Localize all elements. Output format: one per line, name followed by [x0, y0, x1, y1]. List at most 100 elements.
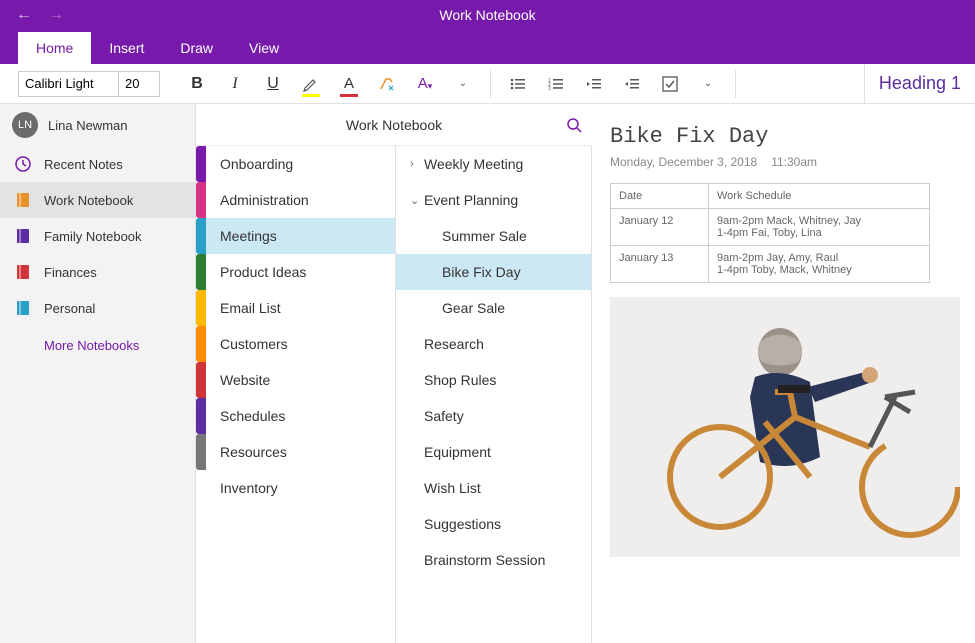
page-canvas[interactable]: Bike Fix Day Monday, December 3, 201811:… — [592, 104, 975, 643]
page-item-label: Equipment — [424, 444, 491, 460]
back-button[interactable]: ← — [16, 6, 32, 24]
todo-tag-button[interactable] — [651, 64, 689, 104]
page-item[interactable]: Safety — [396, 398, 591, 434]
window-title: Work Notebook — [80, 7, 975, 23]
ribbon: B I U A A▾ ⌄ 123 — [0, 64, 975, 104]
page-item[interactable]: Suggestions — [396, 506, 591, 542]
table-cell[interactable]: January 13 — [611, 246, 709, 283]
section-item[interactable]: Administration — [206, 182, 395, 218]
page-item[interactable]: Bike Fix Day — [396, 254, 591, 290]
page-item[interactable]: ⌄Event Planning — [396, 182, 591, 218]
tab-insert[interactable]: Insert — [91, 32, 162, 64]
page-item[interactable]: ›Weekly Meeting — [396, 146, 591, 182]
chevron-icon: › — [410, 158, 424, 170]
sidebar-item-family-notebook[interactable]: Family Notebook — [0, 218, 195, 254]
font-name-input[interactable] — [19, 72, 119, 96]
search-icon[interactable] — [566, 117, 582, 133]
clear-formatting-button[interactable] — [368, 64, 406, 104]
page-item[interactable]: Summer Sale — [396, 218, 591, 254]
more-paragraph-button[interactable]: ⌄ — [689, 64, 727, 104]
numbering-button[interactable]: 123 — [537, 64, 575, 104]
page-item[interactable]: Equipment — [396, 434, 591, 470]
section-item[interactable]: Inventory — [206, 470, 395, 506]
sections-header-title: Work Notebook — [196, 117, 592, 133]
notebook-sidebar: LN Lina Newman Recent Notes Work Notebook… — [0, 104, 196, 643]
sidebar-item-work-notebook[interactable]: Work Notebook — [0, 182, 195, 218]
page-item[interactable]: Shop Rules — [396, 362, 591, 398]
page-item-label: Event Planning — [424, 192, 518, 208]
tab-view[interactable]: View — [231, 32, 297, 64]
page-item-label: Weekly Meeting — [424, 156, 523, 172]
page-item-label: Gear Sale — [442, 300, 505, 316]
highlight-button[interactable] — [292, 64, 330, 104]
sidebar-item-personal[interactable]: Personal — [0, 290, 195, 326]
tab-home[interactable]: Home — [18, 32, 91, 64]
tab-draw[interactable]: Draw — [162, 32, 231, 64]
styles-heading-button[interactable]: Heading 1 — [864, 64, 975, 104]
page-datetime: Monday, December 3, 201811:30am — [610, 155, 957, 169]
underline-button[interactable]: U — [254, 64, 292, 104]
sidebar-item-recent-notes[interactable]: Recent Notes — [0, 146, 195, 182]
sections-column: OnboardingAdministrationMeetingsProduct … — [196, 104, 396, 643]
page-item[interactable]: Brainstorm Session — [396, 542, 591, 578]
more-notebooks-link[interactable]: More Notebooks — [0, 326, 195, 353]
section-item[interactable]: Resources — [206, 434, 395, 470]
pages-column: ›Weekly Meeting⌄Event PlanningSummer Sal… — [396, 104, 592, 643]
page-title[interactable]: Bike Fix Day — [610, 124, 957, 149]
more-formatting-button[interactable]: ⌄ — [444, 64, 482, 104]
section-item[interactable]: Customers — [206, 326, 395, 362]
user-account-row[interactable]: LN Lina Newman — [0, 104, 195, 146]
page-item-label: Summer Sale — [442, 228, 527, 244]
page-item[interactable]: Research — [396, 326, 591, 362]
format-painter-button[interactable]: A▾ — [406, 64, 444, 104]
outdent-button[interactable] — [575, 64, 613, 104]
font-color-button[interactable]: A — [330, 64, 368, 104]
section-item[interactable]: Schedules — [206, 398, 395, 434]
table-row[interactable]: January 129am-2pm Mack, Whitney, Jay1-4p… — [611, 209, 930, 246]
schedule-table[interactable]: Date Work Schedule January 129am-2pm Mac… — [610, 183, 930, 283]
section-item[interactable]: Meetings — [206, 218, 395, 254]
font-size-input[interactable] — [119, 72, 159, 96]
forward-button[interactable]: → — [48, 6, 64, 24]
sidebar-item-finances[interactable]: Finances — [0, 254, 195, 290]
clock-icon — [12, 153, 34, 175]
page-item-label: Bike Fix Day — [442, 264, 521, 280]
svg-text:3: 3 — [548, 86, 551, 91]
italic-button[interactable]: I — [216, 64, 254, 104]
section-color-tab[interactable] — [196, 362, 206, 398]
sidebar-item-label: Personal — [44, 301, 95, 316]
page-item-label: Safety — [424, 408, 464, 424]
section-color-tabs — [196, 104, 206, 643]
section-item[interactable]: Product Ideas — [206, 254, 395, 290]
sidebar-item-label: Recent Notes — [44, 157, 123, 172]
section-color-tab[interactable] — [196, 218, 206, 254]
embedded-image[interactable] — [610, 297, 960, 557]
indent-button[interactable] — [613, 64, 651, 104]
section-color-tab[interactable] — [196, 182, 206, 218]
page-item[interactable]: Gear Sale — [396, 290, 591, 326]
table-cell[interactable]: January 12 — [611, 209, 709, 246]
bold-button[interactable]: B — [178, 64, 216, 104]
table-row[interactable]: January 139am-2pm Jay, Amy, Raul1-4pm To… — [611, 246, 930, 283]
section-item[interactable]: Website — [206, 362, 395, 398]
sidebar-item-label: Finances — [44, 265, 97, 280]
sidebar-item-label: Work Notebook — [44, 193, 133, 208]
section-color-tab[interactable] — [196, 434, 206, 470]
avatar: LN — [12, 112, 38, 138]
section-item[interactable]: Email List — [206, 290, 395, 326]
page-item-label: Suggestions — [424, 516, 501, 532]
bullets-button[interactable] — [499, 64, 537, 104]
section-color-tab[interactable] — [196, 398, 206, 434]
section-item[interactable]: Onboarding — [206, 146, 395, 182]
section-color-tab[interactable] — [196, 146, 206, 182]
notebook-icon — [12, 297, 34, 319]
section-color-tab[interactable] — [196, 326, 206, 362]
sidebar-item-label: Family Notebook — [44, 229, 142, 244]
table-header: Work Schedule — [709, 184, 930, 209]
section-color-tab[interactable] — [196, 290, 206, 326]
table-cell[interactable]: 9am-2pm Jay, Amy, Raul1-4pm Toby, Mack, … — [709, 246, 930, 283]
table-cell[interactable]: 9am-2pm Mack, Whitney, Jay1-4pm Fai, Tob… — [709, 209, 930, 246]
page-item[interactable]: Wish List — [396, 470, 591, 506]
section-color-tab[interactable] — [196, 254, 206, 290]
page-item-label: Wish List — [424, 480, 481, 496]
